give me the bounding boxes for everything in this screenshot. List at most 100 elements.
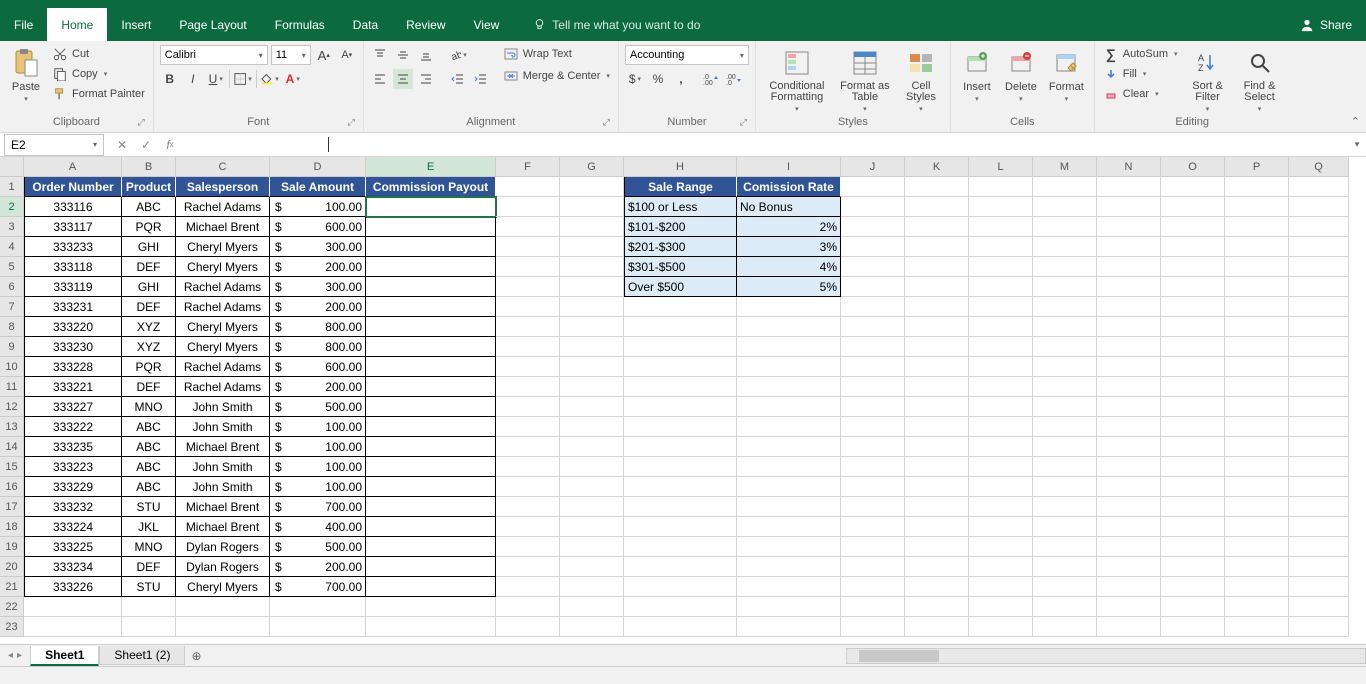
number-launcher[interactable]: ⤢ — [740, 117, 747, 128]
cell-K22[interactable] — [905, 597, 969, 617]
cell-P18[interactable] — [1225, 517, 1289, 537]
cell-H13[interactable] — [624, 417, 737, 437]
cell-Q23[interactable] — [1289, 617, 1349, 637]
cell-L8[interactable] — [969, 317, 1033, 337]
cell-D18[interactable]: $400.00 — [270, 517, 366, 537]
tab-insert[interactable]: Insert — [107, 8, 165, 41]
cell-I2[interactable]: No Bonus — [737, 197, 841, 217]
cell-P17[interactable] — [1225, 497, 1289, 517]
decrease-indent-button[interactable] — [448, 69, 468, 89]
cell-H10[interactable] — [624, 357, 737, 377]
cell-I21[interactable] — [737, 577, 841, 597]
cell-F5[interactable] — [496, 257, 560, 277]
cell-D8[interactable]: $800.00 — [270, 317, 366, 337]
cell-N14[interactable] — [1097, 437, 1161, 457]
row-header-20[interactable]: 20 — [0, 557, 24, 577]
tab-home[interactable]: Home — [47, 8, 107, 41]
cell-N23[interactable] — [1097, 617, 1161, 637]
cell-G1[interactable] — [560, 177, 624, 197]
cell-A12[interactable]: 333227 — [24, 397, 122, 417]
cell-D21[interactable]: $700.00 — [270, 577, 366, 597]
tab-review[interactable]: Review — [392, 8, 459, 41]
col-header-N[interactable]: N — [1097, 157, 1161, 177]
cell-E3[interactable] — [366, 217, 496, 237]
cell-L20[interactable] — [969, 557, 1033, 577]
clear-button[interactable]: Clear▾ — [1101, 85, 1180, 103]
cell-C15[interactable]: John Smith — [176, 457, 270, 477]
cell-Q22[interactable] — [1289, 597, 1349, 617]
cell-D12[interactable]: $500.00 — [270, 397, 366, 417]
cell-J20[interactable] — [841, 557, 905, 577]
row-header-2[interactable]: 2 — [0, 197, 24, 217]
cell-A22[interactable] — [24, 597, 122, 617]
row-header-7[interactable]: 7 — [0, 297, 24, 317]
cell-L7[interactable] — [969, 297, 1033, 317]
cell-F2[interactable] — [496, 197, 560, 217]
cell-J15[interactable] — [841, 457, 905, 477]
clipboard-launcher[interactable]: ⤢ — [138, 117, 145, 128]
cell-B20[interactable]: DEF — [122, 557, 176, 577]
cell-B19[interactable]: MNO — [122, 537, 176, 557]
cell-M10[interactable] — [1033, 357, 1097, 377]
cell-H5[interactable]: $301-$500 — [624, 257, 737, 277]
cell-C2[interactable]: Rachel Adams — [176, 197, 270, 217]
cell-Q3[interactable] — [1289, 217, 1349, 237]
find-select-button[interactable]: Find & Select▾ — [1236, 45, 1284, 115]
cell-O3[interactable] — [1161, 217, 1225, 237]
cell-M13[interactable] — [1033, 417, 1097, 437]
cell-L9[interactable] — [969, 337, 1033, 357]
cell-O22[interactable] — [1161, 597, 1225, 617]
bold-button[interactable]: B — [160, 69, 180, 89]
cell-E14[interactable] — [366, 437, 496, 457]
cell-B18[interactable]: JKL — [122, 517, 176, 537]
cell-M12[interactable] — [1033, 397, 1097, 417]
align-bottom-button[interactable] — [416, 45, 436, 65]
cell-K4[interactable] — [905, 237, 969, 257]
cell-I18[interactable] — [737, 517, 841, 537]
cell-H17[interactable] — [624, 497, 737, 517]
cell-J9[interactable] — [841, 337, 905, 357]
cell-E10[interactable] — [366, 357, 496, 377]
tab-view[interactable]: View — [460, 8, 514, 41]
cell-O15[interactable] — [1161, 457, 1225, 477]
cell-O9[interactable] — [1161, 337, 1225, 357]
cell-N13[interactable] — [1097, 417, 1161, 437]
cell-H15[interactable] — [624, 457, 737, 477]
cell-Q4[interactable] — [1289, 237, 1349, 257]
cell-J2[interactable] — [841, 197, 905, 217]
cell-B3[interactable]: PQR — [122, 217, 176, 237]
row-header-18[interactable]: 18 — [0, 517, 24, 537]
cell-L16[interactable] — [969, 477, 1033, 497]
cell-J3[interactable] — [841, 217, 905, 237]
cell-J10[interactable] — [841, 357, 905, 377]
cell-M4[interactable] — [1033, 237, 1097, 257]
expand-formula-bar[interactable]: ▾ — [1348, 139, 1366, 150]
cell-N17[interactable] — [1097, 497, 1161, 517]
orientation-button[interactable]: ab — [448, 45, 468, 65]
cell-I11[interactable] — [737, 377, 841, 397]
cell-I16[interactable] — [737, 477, 841, 497]
sheet-tab-1[interactable]: Sheet1 — [30, 646, 99, 666]
cell-styles-button[interactable]: Cell Styles▾ — [898, 45, 944, 115]
fill-button[interactable]: Fill▾ — [1101, 65, 1180, 83]
cell-A7[interactable]: 333231 — [24, 297, 122, 317]
alignment-launcher[interactable]: ⤢ — [603, 117, 610, 128]
cell-L2[interactable] — [969, 197, 1033, 217]
align-middle-button[interactable] — [393, 45, 413, 65]
cell-C18[interactable]: Michael Brent — [176, 517, 270, 537]
cell-K2[interactable] — [905, 197, 969, 217]
cell-E12[interactable] — [366, 397, 496, 417]
cell-C13[interactable]: John Smith — [176, 417, 270, 437]
cell-G20[interactable] — [560, 557, 624, 577]
cell-N11[interactable] — [1097, 377, 1161, 397]
cell-K14[interactable] — [905, 437, 969, 457]
cell-L11[interactable] — [969, 377, 1033, 397]
col-header-D[interactable]: D — [270, 157, 366, 177]
cell-E1[interactable]: Commission Payout — [366, 177, 496, 197]
cell-I8[interactable] — [737, 317, 841, 337]
cell-I12[interactable] — [737, 397, 841, 417]
cell-N15[interactable] — [1097, 457, 1161, 477]
cell-M2[interactable] — [1033, 197, 1097, 217]
cell-M7[interactable] — [1033, 297, 1097, 317]
cell-Q6[interactable] — [1289, 277, 1349, 297]
